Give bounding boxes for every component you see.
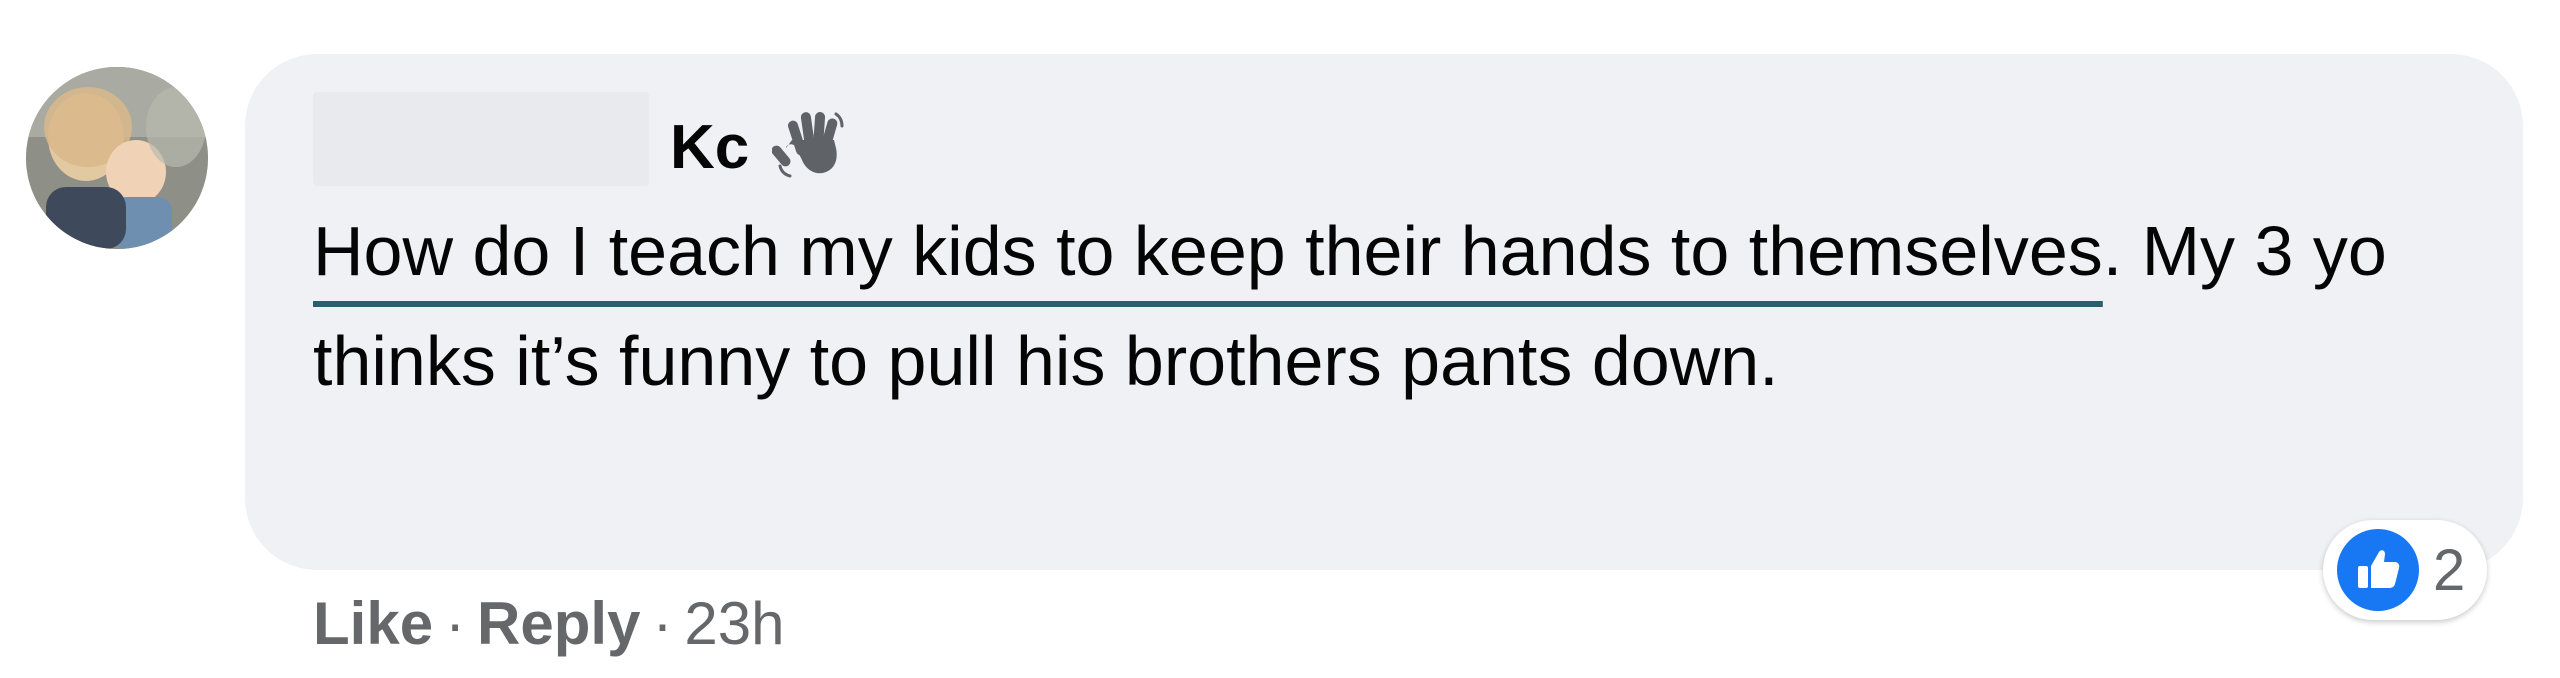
separator: · — [652, 590, 673, 657]
author-name[interactable]: Kc — [670, 112, 749, 184]
avatar-photo — [26, 67, 208, 249]
comment-text: How do I teach my kids to keep their han… — [313, 196, 2463, 416]
separator: · — [445, 590, 466, 657]
reaction-summary[interactable]: 2 — [2323, 520, 2488, 620]
timestamp[interactable]: 23h — [684, 590, 784, 657]
thumbs-up-icon — [2337, 529, 2419, 611]
waving-hand-icon — [771, 104, 850, 182]
avatar[interactable] — [26, 67, 208, 249]
redacted-name-block — [313, 92, 649, 186]
comment-actions: Like · Reply · 23h — [313, 588, 785, 660]
like-button[interactable]: Like — [313, 590, 433, 657]
reply-button[interactable]: Reply — [477, 590, 640, 657]
reaction-count: 2 — [2433, 537, 2466, 603]
comment: Kc How do I teach my kids to keep their … — [0, 0, 2560, 678]
comment-link-text[interactable]: How do I teach my kids to keep their han… — [313, 212, 2103, 290]
